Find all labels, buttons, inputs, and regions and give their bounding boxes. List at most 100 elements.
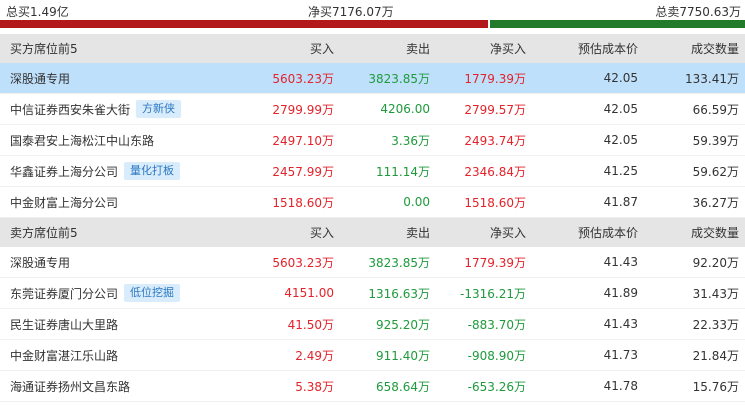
header-volume: 成交数量 <box>690 226 739 240</box>
table-row[interactable]: 海通证券扬州文昌东路 5.38万 658.64万 -653.26万 41.78 15.76… <box>0 371 745 402</box>
sell-amount: 3823.85万 <box>368 255 430 270</box>
sell-amount: 925.20万 <box>376 317 430 332</box>
sell-amount: 0.00 <box>403 195 430 209</box>
buy-amount: 41.50万 <box>287 317 334 332</box>
header-cost: 预估成本价 <box>577 42 638 56</box>
seat-name-cell: 海通证券扬州文昌东路 <box>0 378 232 395</box>
table-row[interactable]: 深股通专用 5603.23万 3823.85万 1779.39万 41.43 92.20万 <box>0 247 745 278</box>
buy-amount: 2799.99万 <box>272 102 334 117</box>
estimated-cost: 41.43 <box>603 317 638 331</box>
sell-table-header: 卖方席位前5 买入 卖出 净买入 预估成本价 成交数量 <box>0 218 745 247</box>
header-volume: 成交数量 <box>690 42 739 56</box>
buy-amount: 2497.10万 <box>272 133 334 148</box>
sell-amount: 911.40万 <box>376 348 430 363</box>
seat-name-cell: 民生证券唐山大里路 <box>0 316 232 333</box>
estimated-cost: 41.43 <box>603 255 638 269</box>
seat-name-cell: 国泰君安上海松江中山东路 <box>0 132 232 149</box>
sell-amount: 111.14万 <box>376 164 430 179</box>
header-seat: 卖方席位前5 <box>10 226 78 240</box>
estimated-cost: 42.05 <box>603 102 638 116</box>
buy-amount: 5603.23万 <box>272 255 334 270</box>
table-row[interactable]: 中金财富上海分公司 1518.60万 0.00 1518.60万 41.87 36.27万 <box>0 187 745 218</box>
trade-volume: 15.76万 <box>692 379 739 394</box>
seat-name: 民生证券唐山大里路 <box>10 317 119 332</box>
estimated-cost: 42.05 <box>603 133 638 147</box>
net-buy-amount: 1779.39万 <box>464 255 526 270</box>
seat-name-cell: 深股通专用 <box>0 254 232 271</box>
buy-seats-table: 买方席位前5 买入 卖出 净买入 预估成本价 成交数量 深股通专用 5603.23… <box>0 34 745 218</box>
trade-volume: 31.43万 <box>692 286 739 301</box>
net-buy-amount: -908.90万 <box>467 348 526 363</box>
header-sell: 卖出 <box>405 226 430 240</box>
table-row[interactable]: 东莞证券厦门分公司 低位挖掘 4151.00 1316.63万 -1316.21万 41.… <box>0 278 745 309</box>
trade-volume: 22.33万 <box>692 317 739 332</box>
net-buy-amount: -883.70万 <box>467 317 526 332</box>
net-buy-amount: 2799.57万 <box>464 102 526 117</box>
seat-name: 海通证券扬州文昌东路 <box>10 379 131 394</box>
trade-volume: 66.59万 <box>692 102 739 117</box>
total-buy-label: 总买1.49亿 <box>6 5 69 19</box>
seat-name-cell: 东莞证券厦门分公司 低位挖掘 <box>0 284 232 302</box>
summary-bar-area: 总买1.49亿 净买7176.07万 总卖7750.63万 <box>0 0 745 28</box>
sell-amount: 1316.63万 <box>368 286 430 301</box>
sell-amount: 658.64万 <box>376 379 430 394</box>
net-buy-amount: 2346.84万 <box>464 164 526 179</box>
seat-name-cell: 深股通专用 <box>0 70 232 87</box>
trade-volume: 92.20万 <box>692 255 739 270</box>
sell-amount: 4206.00 <box>380 102 430 116</box>
seat-name: 中金财富湛江乐山路 <box>10 348 119 363</box>
trade-volume: 21.84万 <box>692 348 739 363</box>
net-buy-amount: -1316.21万 <box>460 286 526 301</box>
summary-labels: 总买1.49亿 净买7176.07万 总卖7750.63万 <box>0 0 745 20</box>
header-seat: 买方席位前5 <box>10 42 78 56</box>
seat-name-cell: 中信证券西安朱雀大街 方新侠 <box>0 100 232 118</box>
seat-name: 华鑫证券上海分公司 <box>10 164 119 179</box>
buy-amount: 5603.23万 <box>272 71 334 86</box>
sell-amount: 3823.85万 <box>368 71 430 86</box>
trade-volume: 59.39万 <box>692 133 739 148</box>
buy-table-header: 买方席位前5 买入 卖出 净买入 预估成本价 成交数量 <box>0 34 745 63</box>
sell-amount: 3.36万 <box>391 133 430 148</box>
trade-volume: 133.41万 <box>685 71 739 86</box>
seat-name: 中信证券西安朱雀大街 <box>10 102 131 117</box>
header-sell: 卖出 <box>405 42 430 56</box>
sell-seats-table: 卖方席位前5 买入 卖出 净买入 预估成本价 成交数量 深股通专用 5603.23… <box>0 218 745 402</box>
header-net: 净买入 <box>489 226 526 240</box>
estimated-cost: 42.05 <box>603 71 638 85</box>
seat-tag[interactable]: 方新侠 <box>136 100 182 118</box>
buy-bar-segment <box>0 20 488 28</box>
estimated-cost: 41.89 <box>603 286 638 300</box>
buy-amount: 1518.60万 <box>272 195 334 210</box>
table-row[interactable]: 中信证券西安朱雀大街 方新侠 2799.99万 4206.00 2799.57万 42.0… <box>0 94 745 125</box>
seat-name: 东莞证券厦门分公司 <box>10 286 119 301</box>
estimated-cost: 41.78 <box>603 379 638 393</box>
seat-name: 国泰君安上海松江中山东路 <box>10 133 155 148</box>
table-row[interactable]: 民生证券唐山大里路 41.50万 925.20万 -883.70万 41.43 22.33… <box>0 309 745 340</box>
net-buy-amount: 1518.60万 <box>464 195 526 210</box>
header-buy: 买入 <box>309 42 334 56</box>
estimated-cost: 41.25 <box>603 164 638 178</box>
buy-amount: 5.38万 <box>295 379 334 394</box>
estimated-cost: 41.87 <box>603 195 638 209</box>
seat-tag[interactable]: 量化打板 <box>124 162 181 180</box>
header-buy: 买入 <box>309 226 334 240</box>
seat-name-cell: 中金财富上海分公司 <box>0 194 232 211</box>
net-buy-amount: 2493.74万 <box>464 133 526 148</box>
sell-bar-segment <box>490 20 745 28</box>
seat-name: 中金财富上海分公司 <box>10 195 119 210</box>
seat-tag[interactable]: 低位挖掘 <box>124 284 181 302</box>
total-sell-label: 总卖7750.63万 <box>655 5 741 19</box>
header-cost: 预估成本价 <box>577 226 638 240</box>
seat-name-cell: 华鑫证券上海分公司 量化打板 <box>0 162 232 180</box>
trade-volume: 36.27万 <box>692 195 739 210</box>
table-row[interactable]: 中金财富湛江乐山路 2.49万 911.40万 -908.90万 41.73 21.84万 <box>0 340 745 371</box>
buy-amount: 2.49万 <box>295 348 334 363</box>
table-row[interactable]: 深股通专用 5603.23万 3823.85万 1779.39万 42.05 133.41… <box>0 63 745 94</box>
net-buy-amount: 1779.39万 <box>464 71 526 86</box>
trade-volume: 59.62万 <box>692 164 739 179</box>
table-row[interactable]: 国泰君安上海松江中山东路 2497.10万 3.36万 2493.74万 42.05 59… <box>0 125 745 156</box>
seat-name-cell: 中金财富湛江乐山路 <box>0 347 232 364</box>
table-row[interactable]: 华鑫证券上海分公司 量化打板 2457.99万 111.14万 2346.84万 41.2… <box>0 156 745 187</box>
buy-sell-ratio-bar <box>0 20 745 28</box>
buy-amount: 2457.99万 <box>272 164 334 179</box>
